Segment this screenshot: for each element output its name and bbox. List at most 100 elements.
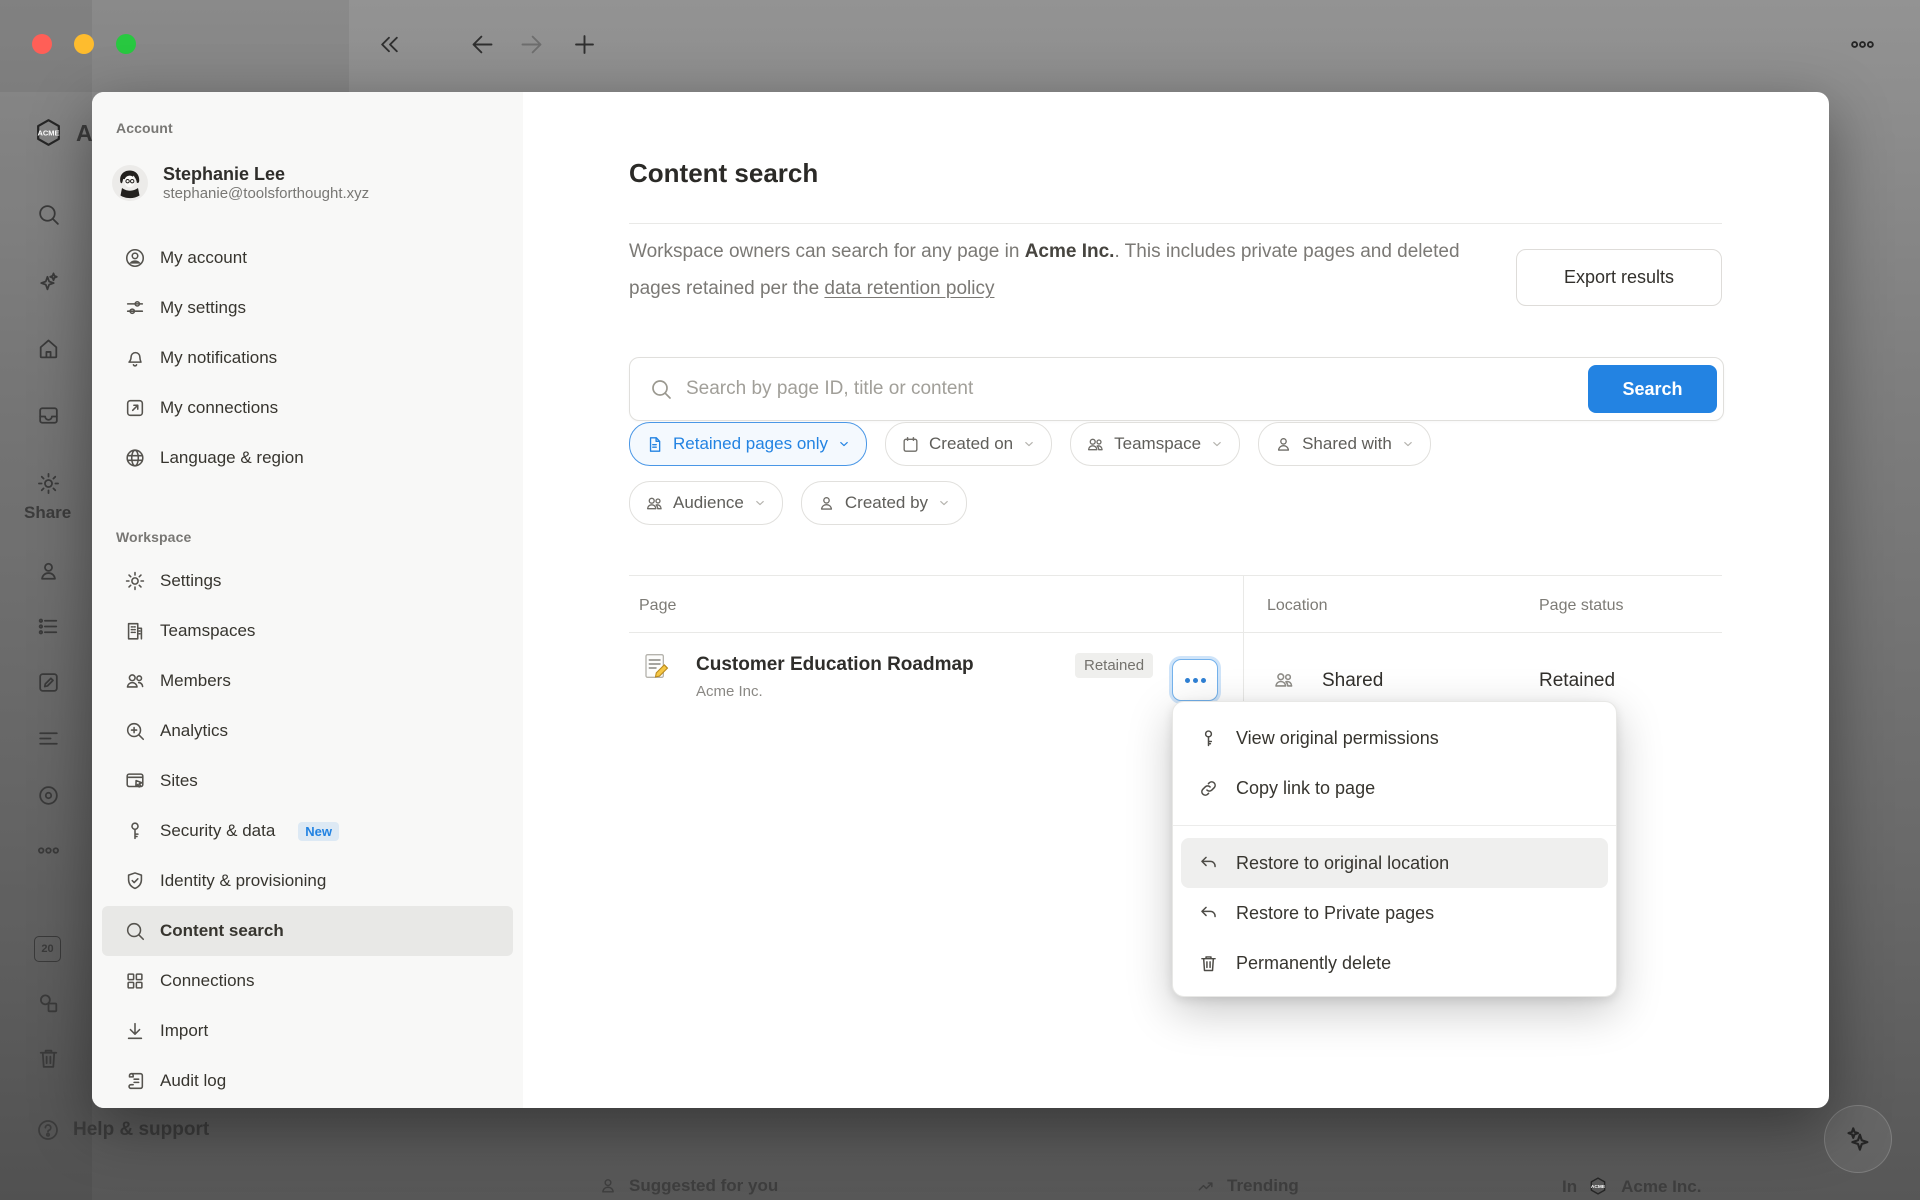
sparkles-icon [1843,1124,1873,1154]
workspace-name: Acme Inc. [1025,241,1115,262]
column-header-page-status: Page status [1539,597,1624,615]
calendar-icon [901,435,920,454]
lines-icon [36,726,61,751]
column-header-location: Location [1267,597,1328,615]
traffic-close-button[interactable] [32,34,52,54]
sidebar-item-label: Members [160,671,231,691]
arrow-left-icon [469,31,496,58]
sidebar-item-label: Security & data [160,821,275,841]
person-circle-icon [124,247,146,269]
download-icon [124,1020,146,1042]
shared-section-fragment: Share [24,503,71,523]
arrow-right-icon [518,31,545,58]
question-circle-icon [36,1118,60,1142]
filter-label: Created by [845,493,928,513]
menu-item-label: Permanently delete [1236,953,1391,974]
search-input[interactable] [684,359,1558,419]
filter-label: Audience [673,493,744,513]
sidebar-item-security-data[interactable]: Security & data New [102,806,513,856]
building-icon [124,620,146,642]
new-tab-button[interactable] [571,31,598,58]
filter-created-on[interactable]: Created on [885,422,1052,466]
page-title-cell[interactable]: Customer Education Roadmap [696,654,974,676]
people-icon [1086,435,1105,454]
menu-item-label: Restore to Private pages [1236,903,1434,924]
sidebar-item-label: Identity & provisioning [160,871,326,891]
key-icon [1198,728,1219,749]
magnifier-icon [649,377,673,401]
menu-separator [1173,825,1616,826]
location-cell: Shared [1322,670,1383,692]
settings-gear-icon [36,471,61,496]
undo-icon [1198,853,1219,874]
filter-shared-with[interactable]: Shared with [1258,422,1431,466]
menu-item-restore-to-original-location[interactable]: Restore to original location [1181,838,1608,888]
home-icon [36,336,61,361]
filter-label: Shared with [1302,434,1392,454]
menu-item-label: Copy link to page [1236,778,1375,799]
traffic-minimize-button[interactable] [74,34,94,54]
sidebar-item-members[interactable]: Members [102,656,513,706]
menu-item-permanently-delete[interactable]: Permanently delete [1181,938,1608,988]
filter-teamspace[interactable]: Teamspace [1070,422,1240,466]
page-title: Content search [629,158,818,189]
new-badge: New [298,822,339,841]
sidebar-item-audit-log[interactable]: Audit log [102,1056,513,1106]
sidebar-item-label: Teamspaces [160,621,255,641]
sliders-icon [124,297,146,319]
people-icon [645,494,664,513]
sidebar-item-label: Settings [160,571,221,591]
plus-icon [571,31,598,58]
sidebar-item-my-settings[interactable]: My settings [102,283,513,333]
search-button[interactable]: Search [1588,365,1717,413]
page-subtitle: Acme Inc. [696,683,763,700]
filter-retained-pages-only[interactable]: Retained pages only [629,422,867,466]
row-actions-button[interactable] [1172,659,1218,701]
settings-sidebar: Account Stephanie Lee stephanie@toolsfor… [92,92,523,1108]
filter-label: Created on [929,434,1013,454]
sidebar-item-analytics[interactable]: Analytics [102,706,513,756]
help-support: Help & support [36,1118,209,1142]
sidebar-collapse-button[interactable] [376,31,403,58]
trending-up-icon [1196,1176,1216,1196]
sidebar-item-import[interactable]: Import [102,1006,513,1056]
search-bar: Search [629,357,1724,421]
menu-item-restore-to-private-pages[interactable]: Restore to Private pages [1181,888,1608,938]
menu-item-view-original-permissions[interactable]: View original permissions [1181,713,1608,763]
sidebar-item-connections[interactable]: Connections [102,956,513,1006]
sidebar-item-teamspaces[interactable]: Teamspaces [102,606,513,656]
menu-item-label: View original permissions [1236,728,1439,749]
magnifier-plus-icon [124,720,146,742]
sidebar-item-sites[interactable]: Sites [102,756,513,806]
menu-item-copy-link-to-page[interactable]: Copy link to page [1181,763,1608,813]
person-icon [36,559,61,584]
in-workspace: In Acme Inc. [1562,1176,1701,1198]
sidebar-item-language-region[interactable]: Language & region [102,433,513,483]
acme-logo-icon [1588,1176,1610,1198]
sidebar-item-content-search[interactable]: Content search [102,906,513,956]
data-retention-policy-link[interactable]: data retention policy [824,278,994,299]
sidebar-item-my-connections[interactable]: My connections [102,383,513,433]
sidebar-item-identity-provisioning[interactable]: Identity & provisioning [102,856,513,906]
acme-workspace-logo-icon [33,117,64,148]
column-header-page: Page [639,597,676,615]
filter-audience[interactable]: Audience [629,481,783,525]
sidebar-item-label: My account [160,248,247,268]
sidebar-item-my-account[interactable]: My account [102,233,513,283]
person-icon [598,1176,618,1196]
user-name: Stephanie Lee [163,164,369,185]
window-more-button[interactable] [1849,31,1876,58]
back-button[interactable] [469,31,496,58]
sidebar-item-settings[interactable]: Settings [102,556,513,606]
key-icon [124,820,146,842]
filter-created-by[interactable]: Created by [801,481,967,525]
person-icon [817,494,836,513]
chevron-down-icon [1401,437,1415,451]
export-results-button[interactable]: Export results [1516,249,1722,306]
filter-label: Teamspace [1114,434,1201,454]
ai-assistant-fab[interactable] [1824,1105,1892,1173]
forward-button[interactable] [518,31,545,58]
suggested-label: Suggested for you [629,1176,778,1196]
traffic-zoom-button[interactable] [116,34,136,54]
sidebar-item-my-notifications[interactable]: My notifications [102,333,513,383]
